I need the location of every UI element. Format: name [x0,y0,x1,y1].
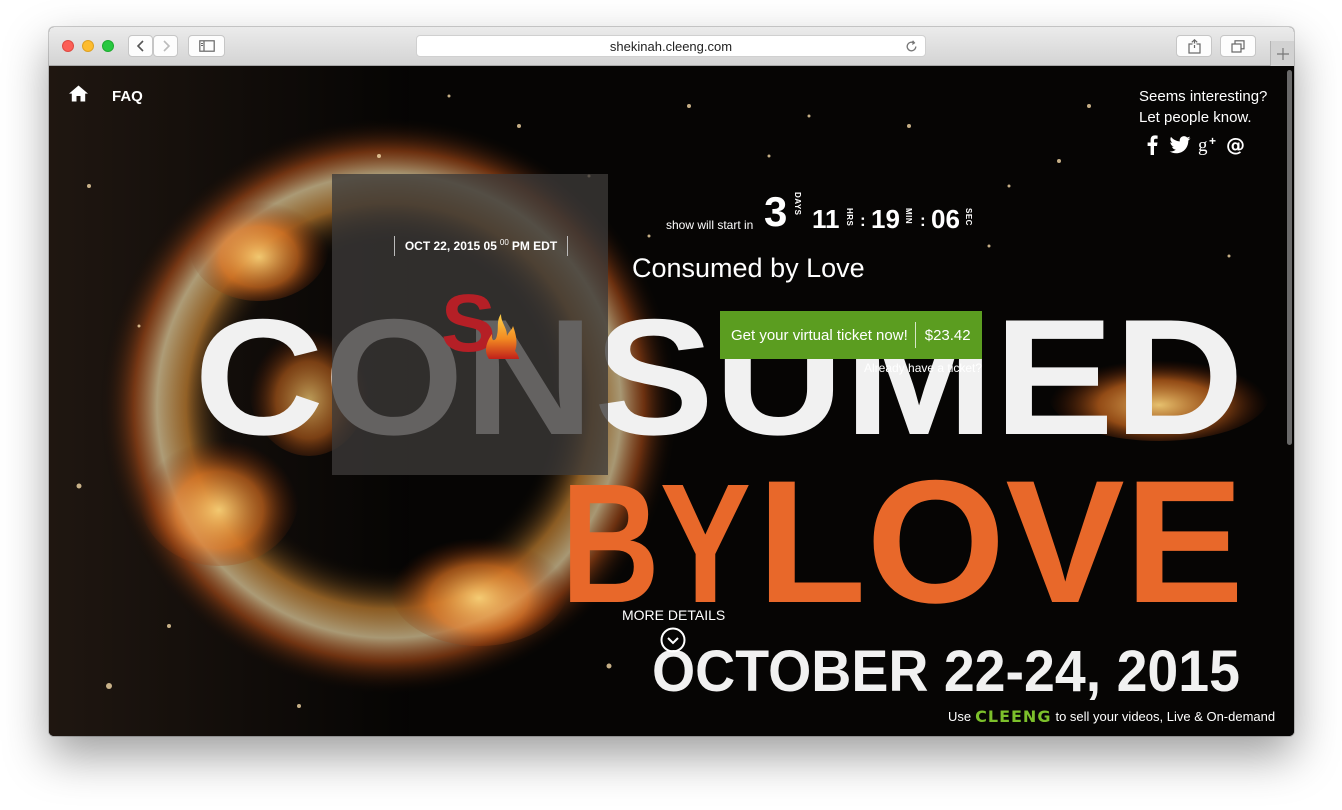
show-tabs-button[interactable] [1220,35,1256,57]
address-bar[interactable]: shekinah.cleeng.com [416,35,926,57]
faq-link[interactable]: FAQ [112,88,143,105]
home-icon [69,85,88,102]
credit-suffix: to sell your videos, Live & On-demand [1055,709,1276,724]
sidebar-toggle-button[interactable] [188,35,225,57]
countdown-seconds-label: SEC [964,208,973,226]
forward-button[interactable] [153,35,178,57]
zoom-window-button[interactable] [102,40,114,52]
twitter-icon [1169,136,1191,154]
countdown-separator: : [920,211,926,230]
browser-window: shekinah.cleeng.com CONSUMED BY LOVE OCT… [49,27,1294,736]
credit-prefix: Use [948,709,972,724]
cleeng-logo[interactable]: CLEENG [975,707,1051,726]
event-title: Consumed by Love [632,253,865,283]
event-date: OCT 22, 2015 05 00 PM EDT [394,236,568,256]
event-date-minutes: 00 [499,237,509,247]
tabs-icon [1231,39,1245,53]
facebook-share-button[interactable] [1141,134,1163,156]
countdown-separator: : [860,211,866,230]
event-date-main: OCT 22, 2015 05 [404,239,497,253]
plus-icon [1276,47,1289,60]
reload-icon[interactable] [905,40,918,53]
chevron-right-icon [162,40,170,52]
share-button[interactable] [1176,35,1212,57]
google-plus-icon: g + [1198,135,1216,155]
poster-dates: OCTOBER 22-24, 2015 [652,639,1240,704]
back-button[interactable] [128,35,153,57]
buy-ticket-button[interactable]: Get your virtual ticket now! $23.42 [720,311,982,359]
close-window-button[interactable] [62,40,74,52]
svg-text:+: + [1209,135,1216,148]
countdown-seconds: 06 [931,204,960,234]
flame-decor [389,526,569,646]
already-have-ticket-link[interactable]: Already have a ticket? [864,361,982,375]
event-thumbnail-logo: S [441,279,519,369]
minimize-window-button[interactable] [82,40,94,52]
countdown-days: 3 [764,188,788,235]
more-details-link[interactable]: MORE DETAILS [622,607,725,623]
sidebar-icon [198,40,215,52]
countdown-minutes: 19 [871,204,900,234]
event-date-suffix: PM EDT [511,239,558,253]
email-icon: @ [1226,135,1245,155]
email-share-button[interactable]: @ [1225,134,1247,156]
share-prompt: Seems interesting? Let people know. [1139,88,1268,126]
countdown-hours-label: HRS [845,208,854,227]
cleeng-credit: Use CLEENG to sell your videos, Live & O… [948,707,1275,726]
browser-toolbar: shekinah.cleeng.com [49,27,1294,66]
share-icon [1187,38,1201,54]
buy-ticket-label: Get your virtual ticket now! [731,326,908,344]
svg-text:@: @ [1226,135,1245,155]
url-text: shekinah.cleeng.com [609,38,733,54]
ticket-price: $23.42 [924,326,971,344]
buy-button-divider [914,322,916,348]
twitter-share-button[interactable] [1169,134,1191,156]
chevron-left-icon [136,40,144,52]
countdown-hours: 11 [812,204,840,234]
countdown-minutes-label: MIN [904,208,913,225]
chevron-down-icon[interactable] [660,627,686,653]
countdown-days-label: DAYS [793,192,802,216]
page-content: CONSUMED BY LOVE OCTOBER 22-24, 2015 FAQ… [49,66,1294,736]
countdown-prefix: show will start in [666,218,754,232]
google-plus-share-button[interactable]: g + [1198,134,1220,156]
poster-title-love: LOVE [757,445,1244,640]
home-link[interactable] [69,85,88,107]
new-tab-button[interactable] [1270,41,1294,66]
svg-text:g: g [1198,135,1208,155]
facebook-icon [1147,135,1158,155]
